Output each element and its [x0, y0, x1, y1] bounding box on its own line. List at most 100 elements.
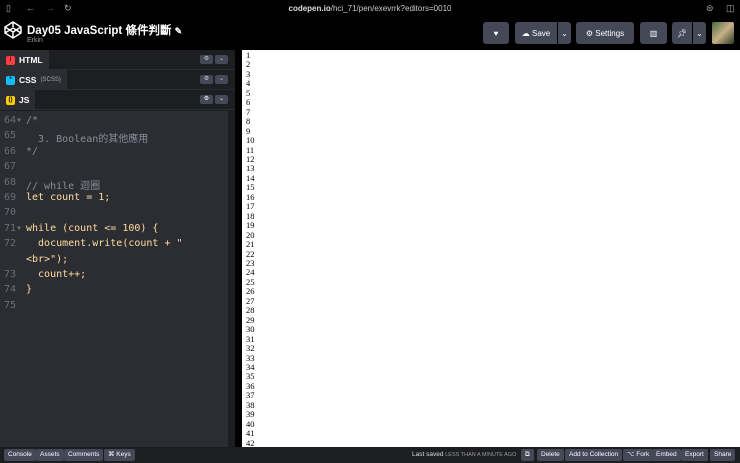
assets-button[interactable]: Assets — [36, 449, 64, 461]
output-line: 9 — [246, 125, 251, 136]
code-line[interactable]: document.write(count + " — [26, 238, 183, 249]
user-avatar[interactable] — [712, 22, 734, 44]
css-editor-tab[interactable]: * CSS (SCSS) ⚙ ⌄ — [0, 70, 235, 90]
cloud-icon: ☁ — [521, 28, 530, 38]
split-view-icon[interactable]: ◫ — [726, 3, 735, 14]
save-button[interactable]: ☁ Save — [515, 22, 557, 44]
output-line: 42 — [246, 437, 255, 447]
author-name[interactable]: Erkin — [27, 37, 43, 44]
output-line: 22 — [246, 248, 255, 259]
chevron-down-icon[interactable]: ⌄ — [215, 95, 228, 104]
fold-toggle[interactable]: 71▾ — [4, 223, 24, 234]
output-line: 28 — [246, 305, 255, 316]
fold-toggle[interactable]: 64▾ — [4, 115, 24, 126]
save-dropdown-button[interactable]: ⌄ — [558, 22, 571, 44]
line-number-text: 68 — [4, 176, 17, 188]
fold-arrow-icon[interactable]: ▾ — [16, 223, 22, 234]
chevron-down-icon[interactable]: ⌄ — [215, 75, 228, 84]
chevron-down-icon: ⌄ — [561, 28, 568, 38]
last-saved-status: Last saved LESS THAN A MINUTE AGO — [412, 451, 516, 458]
settings-label: Settings — [595, 28, 625, 38]
code-line[interactable]: // while 迴圈 — [26, 177, 100, 192]
comments-button[interactable]: Comments — [64, 449, 104, 461]
footer-bar: Console Assets Comments ⌘ Keys Last save… — [0, 447, 740, 463]
tab-label: CSS — [19, 75, 37, 85]
settings-button[interactable]: ⚙ Settings — [576, 22, 634, 44]
console-button[interactable]: Console — [4, 449, 36, 461]
output-line: 34 — [246, 361, 255, 372]
output-line: 2 — [246, 59, 251, 70]
line-number-text: 70 — [4, 207, 17, 219]
browser-bar: ▯ ← → ↻ codepen.io/hci_71/pen/exevrrk?ed… — [0, 0, 740, 17]
output-line: 1 — [246, 50, 251, 60]
line-number: 72 — [4, 238, 24, 249]
html-editor-tab[interactable]: / HTML ⚙ ⌄ — [0, 50, 235, 70]
output-line: 32 — [246, 343, 255, 354]
embed-button[interactable]: Embed — [652, 449, 681, 461]
js-code-editor[interactable]: 64▾/* 65 3. Boolean的其他應用 66 */67 68// while … — [0, 111, 228, 447]
output-line: 25 — [246, 276, 255, 287]
line-number-text: 73 — [4, 269, 17, 280]
url-bar[interactable]: codepen.io/hci_71/pen/exevrrk?editors=00… — [0, 4, 740, 13]
open-external-icon[interactable]: ⧉ — [521, 449, 534, 461]
code-line[interactable]: let count = 1; — [26, 192, 110, 203]
add-to-collection-button[interactable]: Add to Collection — [565, 449, 623, 461]
fork-button[interactable]: ⌥ Fork — [623, 449, 654, 461]
output-line: 13 — [246, 163, 255, 174]
code-line[interactable]: while (count <= 100) { — [26, 223, 158, 234]
line-number-text: 66 — [4, 145, 17, 157]
line-number-text: 64 — [4, 115, 17, 126]
gear-icon[interactable]: ⚙ — [200, 75, 213, 84]
share-button[interactable]: Share — [710, 449, 736, 461]
output-line: 18 — [246, 210, 255, 221]
output-line: 36 — [246, 380, 255, 391]
output-line: 33 — [246, 352, 255, 363]
fold-arrow-icon[interactable]: ▾ — [16, 115, 22, 126]
code-line[interactable]: } — [26, 284, 32, 295]
line-number: 73 — [4, 269, 24, 280]
code-line[interactable]: */ — [26, 146, 38, 157]
keys-button[interactable]: ⌘ Keys — [104, 449, 135, 461]
delete-button[interactable]: Delete — [537, 449, 564, 461]
pin-button[interactable]: 📌︎ — [672, 22, 692, 44]
code-line[interactable]: 3. Boolean的其他應用 — [26, 130, 148, 145]
line-number-text: 67 — [4, 161, 17, 173]
line-number-text: 72 — [4, 238, 17, 250]
export-button[interactable]: Export — [681, 449, 708, 461]
reader-icon[interactable]: ⊜ — [706, 3, 714, 14]
gear-icon[interactable]: ⚙ — [200, 95, 213, 104]
output-line: 27 — [246, 295, 255, 306]
js-icon: () — [6, 95, 15, 105]
output-line: 12 — [246, 153, 255, 164]
gear-icon[interactable]: ⚙ — [200, 55, 213, 64]
output-line: 17 — [246, 201, 255, 212]
pen-title[interactable]: Day05 JavaScript 條件判斷 ✎ — [27, 22, 182, 38]
css-icon: * — [6, 75, 15, 85]
pin-dropdown-button[interactable]: ⌄ — [693, 22, 706, 44]
output-line: 8 — [246, 116, 251, 127]
js-editor-tab[interactable]: () JS ⚙ ⌄ — [0, 90, 235, 110]
layout-button[interactable]: ▥ — [640, 22, 667, 44]
preview-frame: 1 2 3 4 5 6 7 8 9 10 11 12 13 14 15 16 17 18 19 20 21 22 23 24 2… — [242, 50, 740, 447]
codepen-logo-icon[interactable] — [4, 21, 22, 39]
gear-icon: ⚙ — [585, 28, 594, 38]
output-line: 41 — [246, 428, 255, 439]
output-line: 31 — [246, 333, 255, 344]
like-button[interactable]: ♥ — [483, 22, 509, 44]
line-number-text: 75 — [4, 299, 17, 311]
line-number-text: 65 — [4, 130, 17, 142]
edit-pencil-icon[interactable]: ✎ — [175, 26, 183, 36]
line-number: 67 — [4, 161, 24, 172]
saved-label: Last saved — [412, 451, 444, 458]
output-line: 30 — [246, 324, 255, 335]
code-line[interactable]: /* — [26, 115, 38, 126]
code-line[interactable]: count++; — [26, 269, 86, 280]
panel-resize-handle[interactable] — [235, 50, 242, 447]
chevron-down-icon[interactable]: ⌄ — [215, 55, 228, 64]
output-line: 15 — [246, 182, 255, 193]
code-line[interactable]: <br>"); — [26, 254, 68, 265]
output-line: 23 — [246, 257, 255, 268]
tab-label: HTML — [19, 55, 43, 65]
output-line: 38 — [246, 399, 255, 410]
line-number: 66 — [4, 146, 24, 157]
